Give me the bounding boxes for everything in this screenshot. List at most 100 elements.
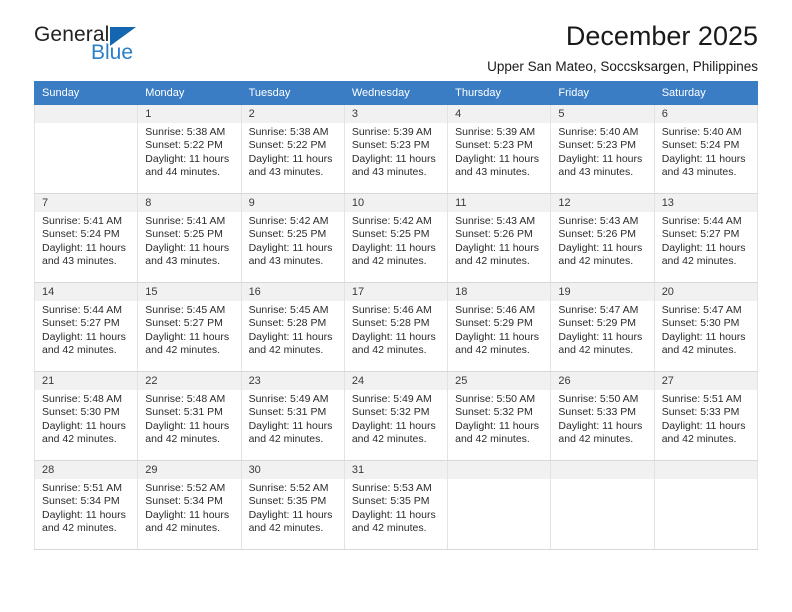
sunset-text: Sunset: 5:22 PM bbox=[248, 139, 327, 152]
calendar-day-cell[interactable]: 26 Sunrise: 5:50 AM Sunset: 5:33 PM Dayligh… bbox=[550, 371, 655, 461]
daylight-text-line2: and 43 minutes. bbox=[661, 165, 737, 178]
day-number: 17 bbox=[344, 283, 448, 301]
calendar-day-cell[interactable]: 17 Sunrise: 5:46 AM Sunset: 5:28 PM Dayligh… bbox=[343, 282, 449, 372]
daylight-text-line1: Daylight: 11 hours bbox=[351, 419, 436, 432]
day-sun-info: Sunrise: 5:52 AM Sunset: 5:35 PM Daylight:… bbox=[242, 479, 344, 535]
daylight-text-line1: Daylight: 11 hours bbox=[42, 508, 126, 521]
daylight-text-line2: and 42 minutes. bbox=[248, 432, 324, 445]
day-number: 28 bbox=[35, 461, 138, 479]
daylight-text-line1: Daylight: 11 hours bbox=[661, 330, 746, 343]
day-number bbox=[35, 105, 138, 123]
day-number: 19 bbox=[551, 283, 654, 301]
calendar-day-cell[interactable]: 1 Sunrise: 5:38 AM Sunset: 5:22 PM Daylight… bbox=[137, 104, 242, 194]
day-number: 10 bbox=[344, 194, 448, 212]
day-number: 25 bbox=[448, 372, 551, 390]
calendar-day-cell-empty bbox=[33, 104, 139, 194]
sunset-text: Sunset: 5:27 PM bbox=[145, 317, 223, 330]
day-sun-info: Sunrise: 5:43 AM Sunset: 5:26 PM Daylight:… bbox=[551, 212, 653, 268]
daylight-text-line1: Daylight: 11 hours bbox=[455, 419, 539, 432]
calendar-day-cell[interactable]: 30 Sunrise: 5:52 AM Sunset: 5:35 PM Dayligh… bbox=[240, 460, 345, 550]
calendar-day-cell[interactable]: 7 Sunrise: 5:41 AM Sunset: 5:24 PM Daylight… bbox=[33, 193, 139, 283]
day-sun-info: Sunrise: 5:39 AM Sunset: 5:23 PM Daylight:… bbox=[345, 123, 447, 179]
day-number: 26 bbox=[551, 372, 654, 390]
calendar-day-cell[interactable]: 31 Sunrise: 5:53 AM Sunset: 5:35 PM Dayligh… bbox=[343, 460, 449, 550]
day-number: 8 bbox=[138, 194, 241, 212]
calendar-day-cell[interactable]: 25 Sunrise: 5:50 AM Sunset: 5:32 PM Dayligh… bbox=[447, 371, 552, 461]
sunrise-text: Sunrise: 5:38 AM bbox=[145, 126, 226, 138]
day-sun-info: Sunrise: 5:48 AM Sunset: 5:31 PM Daylight:… bbox=[138, 390, 240, 446]
sunrise-text: Sunrise: 5:44 AM bbox=[661, 215, 742, 227]
daylight-text-line1: Daylight: 11 hours bbox=[248, 241, 333, 254]
day-sun-info: Sunrise: 5:46 AM Sunset: 5:28 PM Daylight:… bbox=[345, 301, 447, 357]
calendar-day-cell[interactable]: 24 Sunrise: 5:49 AM Sunset: 5:32 PM Dayligh… bbox=[343, 371, 449, 461]
blue-triangle-icon bbox=[110, 27, 137, 46]
calendar-week-row: 28 Sunrise: 5:51 AM Sunset: 5:34 PM Dayligh… bbox=[33, 460, 759, 550]
calendar-day-cell[interactable]: 10 Sunrise: 5:42 AM Sunset: 5:25 PM Dayligh… bbox=[343, 193, 449, 283]
daylight-text-line2: and 42 minutes. bbox=[248, 521, 324, 534]
calendar-day-cell[interactable]: 3 Sunrise: 5:39 AM Sunset: 5:23 PM Daylight… bbox=[343, 104, 449, 194]
day-number: 22 bbox=[138, 372, 241, 390]
calendar-day-cell[interactable]: 19 Sunrise: 5:47 AM Sunset: 5:29 PM Dayligh… bbox=[550, 282, 655, 372]
sunrise-text: Sunrise: 5:53 AM bbox=[351, 482, 432, 494]
day-number: 2 bbox=[241, 105, 344, 123]
calendar-day-cell[interactable]: 21 Sunrise: 5:48 AM Sunset: 5:30 PM Dayligh… bbox=[33, 371, 139, 461]
weekday-header-sunday: Sunday bbox=[33, 81, 139, 105]
sunrise-text: Sunrise: 5:43 AM bbox=[455, 215, 536, 227]
calendar-day-cell[interactable]: 18 Sunrise: 5:46 AM Sunset: 5:29 PM Dayligh… bbox=[447, 282, 552, 372]
sunset-text: Sunset: 5:23 PM bbox=[351, 139, 430, 152]
calendar-day-cell[interactable]: 13 Sunrise: 5:44 AM Sunset: 5:27 PM Dayligh… bbox=[653, 193, 759, 283]
calendar-day-cell[interactable]: 27 Sunrise: 5:51 AM Sunset: 5:33 PM Dayligh… bbox=[653, 371, 759, 461]
calendar-day-cell[interactable]: 5 Sunrise: 5:40 AM Sunset: 5:23 PM Daylight… bbox=[550, 104, 655, 194]
calendar-day-cell[interactable]: 22 Sunrise: 5:48 AM Sunset: 5:31 PM Dayligh… bbox=[137, 371, 242, 461]
calendar-day-cell[interactable]: 23 Sunrise: 5:49 AM Sunset: 5:31 PM Dayligh… bbox=[240, 371, 345, 461]
sunrise-text: Sunrise: 5:48 AM bbox=[42, 393, 122, 405]
daylight-text-line2: and 42 minutes. bbox=[351, 521, 427, 534]
calendar-week-row: 1 Sunrise: 5:38 AM Sunset: 5:22 PM Daylight… bbox=[33, 104, 759, 194]
calendar-day-cell[interactable]: 6 Sunrise: 5:40 AM Sunset: 5:24 PM Daylight… bbox=[653, 104, 759, 194]
sunset-text: Sunset: 5:27 PM bbox=[661, 228, 740, 241]
sunrise-text: Sunrise: 5:42 AM bbox=[248, 215, 329, 227]
daylight-text-line2: and 43 minutes. bbox=[351, 165, 427, 178]
daylight-text-line1: Daylight: 11 hours bbox=[558, 241, 643, 254]
calendar-day-cell[interactable]: 15 Sunrise: 5:45 AM Sunset: 5:27 PM Dayligh… bbox=[137, 282, 242, 372]
sunrise-text: Sunrise: 5:51 AM bbox=[42, 482, 122, 494]
brand-logo[interactable]: General Blue bbox=[34, 24, 274, 64]
daylight-text-line2: and 42 minutes. bbox=[42, 343, 117, 356]
calendar-day-cell-empty bbox=[653, 460, 759, 550]
calendar-day-cell[interactable]: 29 Sunrise: 5:52 AM Sunset: 5:34 PM Dayligh… bbox=[137, 460, 242, 550]
calendar-day-cell-empty bbox=[447, 460, 552, 550]
day-number: 11 bbox=[448, 194, 551, 212]
calendar-day-cell[interactable]: 4 Sunrise: 5:39 AM Sunset: 5:23 PM Daylight… bbox=[447, 104, 552, 194]
daylight-text-line2: and 43 minutes. bbox=[248, 165, 324, 178]
sunrise-text: Sunrise: 5:49 AM bbox=[248, 393, 329, 405]
weekday-header-wednesday: Wednesday bbox=[343, 81, 449, 105]
daylight-text-line2: and 42 minutes. bbox=[351, 432, 427, 445]
day-number bbox=[551, 461, 654, 479]
calendar-day-cell[interactable]: 9 Sunrise: 5:42 AM Sunset: 5:25 PM Daylight… bbox=[240, 193, 345, 283]
daylight-text-line1: Daylight: 11 hours bbox=[248, 508, 333, 521]
calendar-day-cell[interactable]: 14 Sunrise: 5:44 AM Sunset: 5:27 PM Dayligh… bbox=[33, 282, 139, 372]
calendar-body: 1 Sunrise: 5:38 AM Sunset: 5:22 PM Daylight… bbox=[33, 104, 759, 550]
calendar-day-cell[interactable]: 8 Sunrise: 5:41 AM Sunset: 5:25 PM Daylight… bbox=[137, 193, 242, 283]
daylight-text-line1: Daylight: 11 hours bbox=[351, 508, 436, 521]
calendar-day-cell[interactable]: 2 Sunrise: 5:38 AM Sunset: 5:22 PM Daylight… bbox=[240, 104, 345, 194]
sunset-text: Sunset: 5:26 PM bbox=[558, 228, 637, 241]
calendar-day-cell[interactable]: 12 Sunrise: 5:43 AM Sunset: 5:26 PM Dayligh… bbox=[550, 193, 655, 283]
daylight-text-line2: and 42 minutes. bbox=[145, 521, 220, 534]
sunrise-text: Sunrise: 5:46 AM bbox=[351, 304, 432, 316]
calendar-day-cell[interactable]: 16 Sunrise: 5:45 AM Sunset: 5:28 PM Dayligh… bbox=[240, 282, 345, 372]
daylight-text-line1: Daylight: 11 hours bbox=[558, 330, 643, 343]
calendar-day-cell[interactable]: 20 Sunrise: 5:47 AM Sunset: 5:30 PM Dayligh… bbox=[653, 282, 759, 372]
day-sun-info: Sunrise: 5:40 AM Sunset: 5:24 PM Daylight:… bbox=[655, 123, 757, 179]
calendar-day-cell[interactable]: 28 Sunrise: 5:51 AM Sunset: 5:34 PM Dayligh… bbox=[33, 460, 139, 550]
daylight-text-line2: and 42 minutes. bbox=[145, 432, 220, 445]
daylight-text-line2: and 42 minutes. bbox=[42, 432, 117, 445]
sunset-text: Sunset: 5:25 PM bbox=[248, 228, 327, 241]
daylight-text-line1: Daylight: 11 hours bbox=[351, 241, 436, 254]
day-sun-info: Sunrise: 5:49 AM Sunset: 5:31 PM Daylight:… bbox=[242, 390, 344, 446]
daylight-text-line1: Daylight: 11 hours bbox=[558, 419, 643, 432]
day-sun-info: Sunrise: 5:52 AM Sunset: 5:34 PM Daylight:… bbox=[138, 479, 240, 535]
sunrise-text: Sunrise: 5:52 AM bbox=[248, 482, 329, 494]
calendar-day-cell[interactable]: 11 Sunrise: 5:43 AM Sunset: 5:26 PM Dayligh… bbox=[447, 193, 552, 283]
daylight-text-line2: and 42 minutes. bbox=[455, 254, 530, 267]
